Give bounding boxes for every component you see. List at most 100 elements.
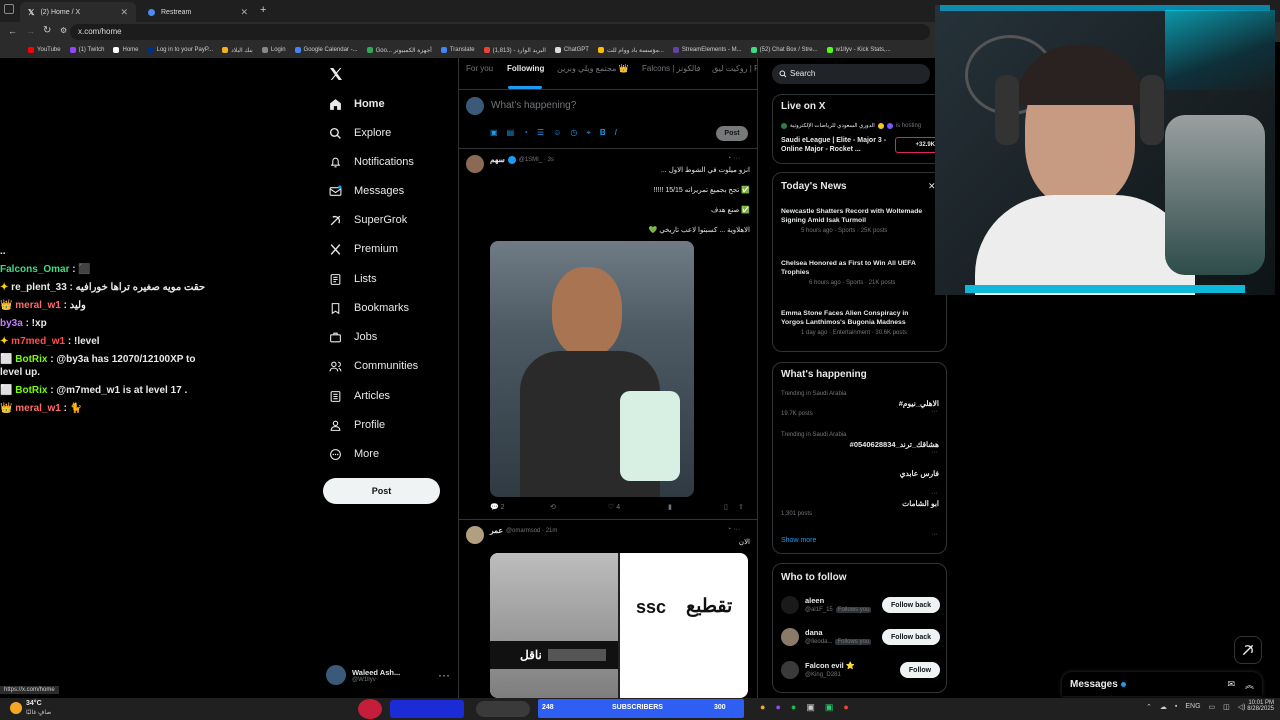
bookmark-item[interactable]: (52) Chat Box / Stre... [750, 47, 818, 53]
expand-icon[interactable]: ︽ [1245, 678, 1254, 691]
post-button[interactable]: Post [323, 478, 440, 504]
gif-icon[interactable]: ▤ [507, 128, 515, 138]
cloud-icon[interactable]: ☁ [1160, 703, 1167, 711]
back-icon[interactable]: ← [8, 26, 17, 36]
avatar[interactable] [781, 661, 799, 679]
avatar[interactable] [466, 155, 484, 173]
bookmark-item[interactable]: Login [261, 47, 286, 53]
news-item[interactable]: Newcastle Shatters Record with Woltemade… [781, 207, 931, 234]
trend-item[interactable]: Trending in Saudi Arabia #الاهلي_نيوم 19… [781, 391, 939, 417]
account-switcher[interactable]: Waleed Ash... @W1llyv ··· [326, 660, 450, 690]
taskbar-search[interactable] [476, 701, 530, 717]
grok-icon[interactable]: ◔ [523, 128, 528, 138]
reload-icon[interactable]: ↻ [43, 25, 51, 36]
nav-more[interactable]: More [329, 442, 379, 466]
tweet-photo[interactable] [490, 241, 694, 497]
location-icon[interactable]: ⌖ [586, 128, 591, 138]
new-message-icon[interactable]: ✉ [1227, 679, 1235, 690]
nav-supergrok[interactable]: SuperGrok [329, 208, 407, 232]
bookmark-item[interactable]: YouTube [28, 47, 61, 53]
tab-home-x[interactable]: 𝕏 (2) Home / X ✕ [20, 2, 136, 22]
clock[interactable]: 10:01 PM 8/28/2025 [1240, 700, 1274, 712]
bookmark-item[interactable]: (1) Twitch [69, 47, 104, 53]
app-icon[interactable]: ▣ [806, 702, 815, 713]
follow-back-button[interactable]: Follow back [882, 597, 940, 613]
app-icon[interactable]: ● [760, 702, 765, 713]
show-more-link[interactable]: Show more [781, 537, 816, 544]
weather-icon[interactable] [10, 702, 22, 714]
more-dots-icon[interactable]: ··· [438, 668, 450, 682]
follow-button[interactable]: Follow [900, 662, 940, 678]
bookmark-item[interactable]: البريد الوارد - (1,813) [483, 47, 546, 54]
nav-jobs[interactable]: Jobs [329, 325, 377, 349]
avatar[interactable] [781, 596, 799, 614]
italic-icon[interactable]: I [615, 128, 617, 138]
nav-notifications[interactable]: Notifications [329, 150, 414, 174]
tab-rl[interactable]: روكيت ليق | RL [712, 64, 757, 73]
messages-drawer[interactable]: Messages ✉ ︽ [1062, 672, 1262, 696]
tab-following[interactable]: Following [507, 64, 544, 73]
bookmark-item[interactable]: Translate [440, 47, 475, 53]
tweet-photo[interactable]: تقطيع ssc ناقل [490, 553, 748, 698]
nav-communities[interactable]: Communities [329, 354, 418, 378]
search-input[interactable]: Search [772, 64, 930, 84]
app-tray-icon[interactable]: ▪ [1175, 703, 1177, 711]
retweet-icon[interactable]: ⟲ [550, 503, 608, 511]
x-logo-icon[interactable] [328, 66, 344, 82]
bookmark-item[interactable]: StreamElements - M... [672, 47, 742, 53]
nav-articles[interactable]: Articles [329, 384, 390, 408]
follow-back-button[interactable]: Follow back [882, 629, 940, 645]
tray-arrow-icon[interactable]: ⌃ [1146, 703, 1152, 711]
bookmark-item[interactable]: Goo... أجهزة الكمبيوتر [366, 47, 432, 54]
image-icon[interactable]: ▣ [490, 128, 498, 138]
app-icon[interactable] [358, 699, 382, 719]
bookmark-icon[interactable]: ▯ [724, 503, 738, 511]
grok-float-icon[interactable] [1234, 636, 1262, 664]
tab-for-you[interactable]: For you [466, 64, 493, 73]
trend-item[interactable]: فارس عابدي [781, 467, 939, 478]
tab-community[interactable]: مجتمع ويلي وبرين 👑 [557, 64, 629, 73]
spotify-icon[interactable]: ● [791, 702, 796, 713]
nav-premium[interactable]: Premium [329, 237, 398, 261]
bookmark-item[interactable]: ChatGPT [554, 47, 589, 53]
trend-item[interactable]: ابو الشامات 1,301 posts [781, 499, 939, 517]
reply-icon[interactable]: 💬 2 [490, 503, 550, 511]
schedule-icon[interactable]: ◷ [570, 128, 577, 138]
avatar[interactable] [781, 628, 799, 646]
grok-tweet-icon[interactable]: ◔ ··· [727, 155, 740, 162]
bookmark-item[interactable]: Home [113, 47, 139, 53]
nav-bookmarks[interactable]: Bookmarks [329, 296, 409, 320]
forward-icon[interactable]: → [26, 26, 35, 36]
tab-search-icon[interactable] [4, 4, 14, 14]
news-item[interactable]: Chelsea Honored as First to Win All UEFA… [781, 259, 931, 286]
bookmark-item[interactable]: Google Calendar -... [294, 47, 358, 53]
display-icon[interactable]: ▭ [1209, 703, 1216, 711]
network-icon[interactable]: ◫ [1223, 703, 1230, 711]
like-icon[interactable]: ♡ 4 [608, 503, 668, 511]
bookmark-item[interactable]: بنك البلاد [222, 47, 253, 54]
close-tab-icon[interactable]: ✕ [120, 7, 128, 18]
live-host[interactable]: الدوري السعودي للرياضات الإلكترونية is h… [781, 123, 921, 129]
emoji-icon[interactable]: ☺ [553, 128, 561, 138]
close-tab-icon[interactable]: ✕ [240, 7, 248, 18]
bold-icon[interactable]: B [600, 128, 606, 138]
nav-home[interactable]: Home [329, 92, 385, 116]
trend-item[interactable]: Trending in Saudi Arabia #هشاقك_ترند_054… [781, 432, 939, 449]
avatar[interactable] [466, 526, 484, 544]
follow-suggestion[interactable]: aleen @al1F_15 Follows you [805, 596, 872, 613]
compose-post-button[interactable]: Post [716, 126, 748, 141]
new-tab-icon[interactable]: + [260, 4, 266, 16]
live-listener-count[interactable]: +32.9K [895, 137, 939, 153]
follow-suggestion[interactable]: dana @Ileoda... Follows you [805, 628, 872, 645]
nav-messages[interactable]: Messages [329, 179, 404, 203]
tab-restream[interactable]: Restream ✕ [140, 2, 256, 22]
bookmark-item[interactable]: w1llyv - Kick Stats,... [826, 47, 891, 53]
trend-more-icon[interactable]: ··· ··· ··· ··· [931, 391, 938, 555]
tab-falcons[interactable]: Falcons | فالكونز [642, 64, 700, 73]
poll-icon[interactable]: ☰ [537, 128, 544, 138]
grok-tweet-icon[interactable]: ◔ ··· [727, 526, 740, 533]
share-icon[interactable]: ⇧ [738, 503, 744, 511]
nav-lists[interactable]: Lists [329, 267, 377, 291]
site-info-icon[interactable]: ⚙ [60, 26, 67, 35]
bookmark-item[interactable]: مؤسسة باد ووام للت... [597, 47, 664, 54]
